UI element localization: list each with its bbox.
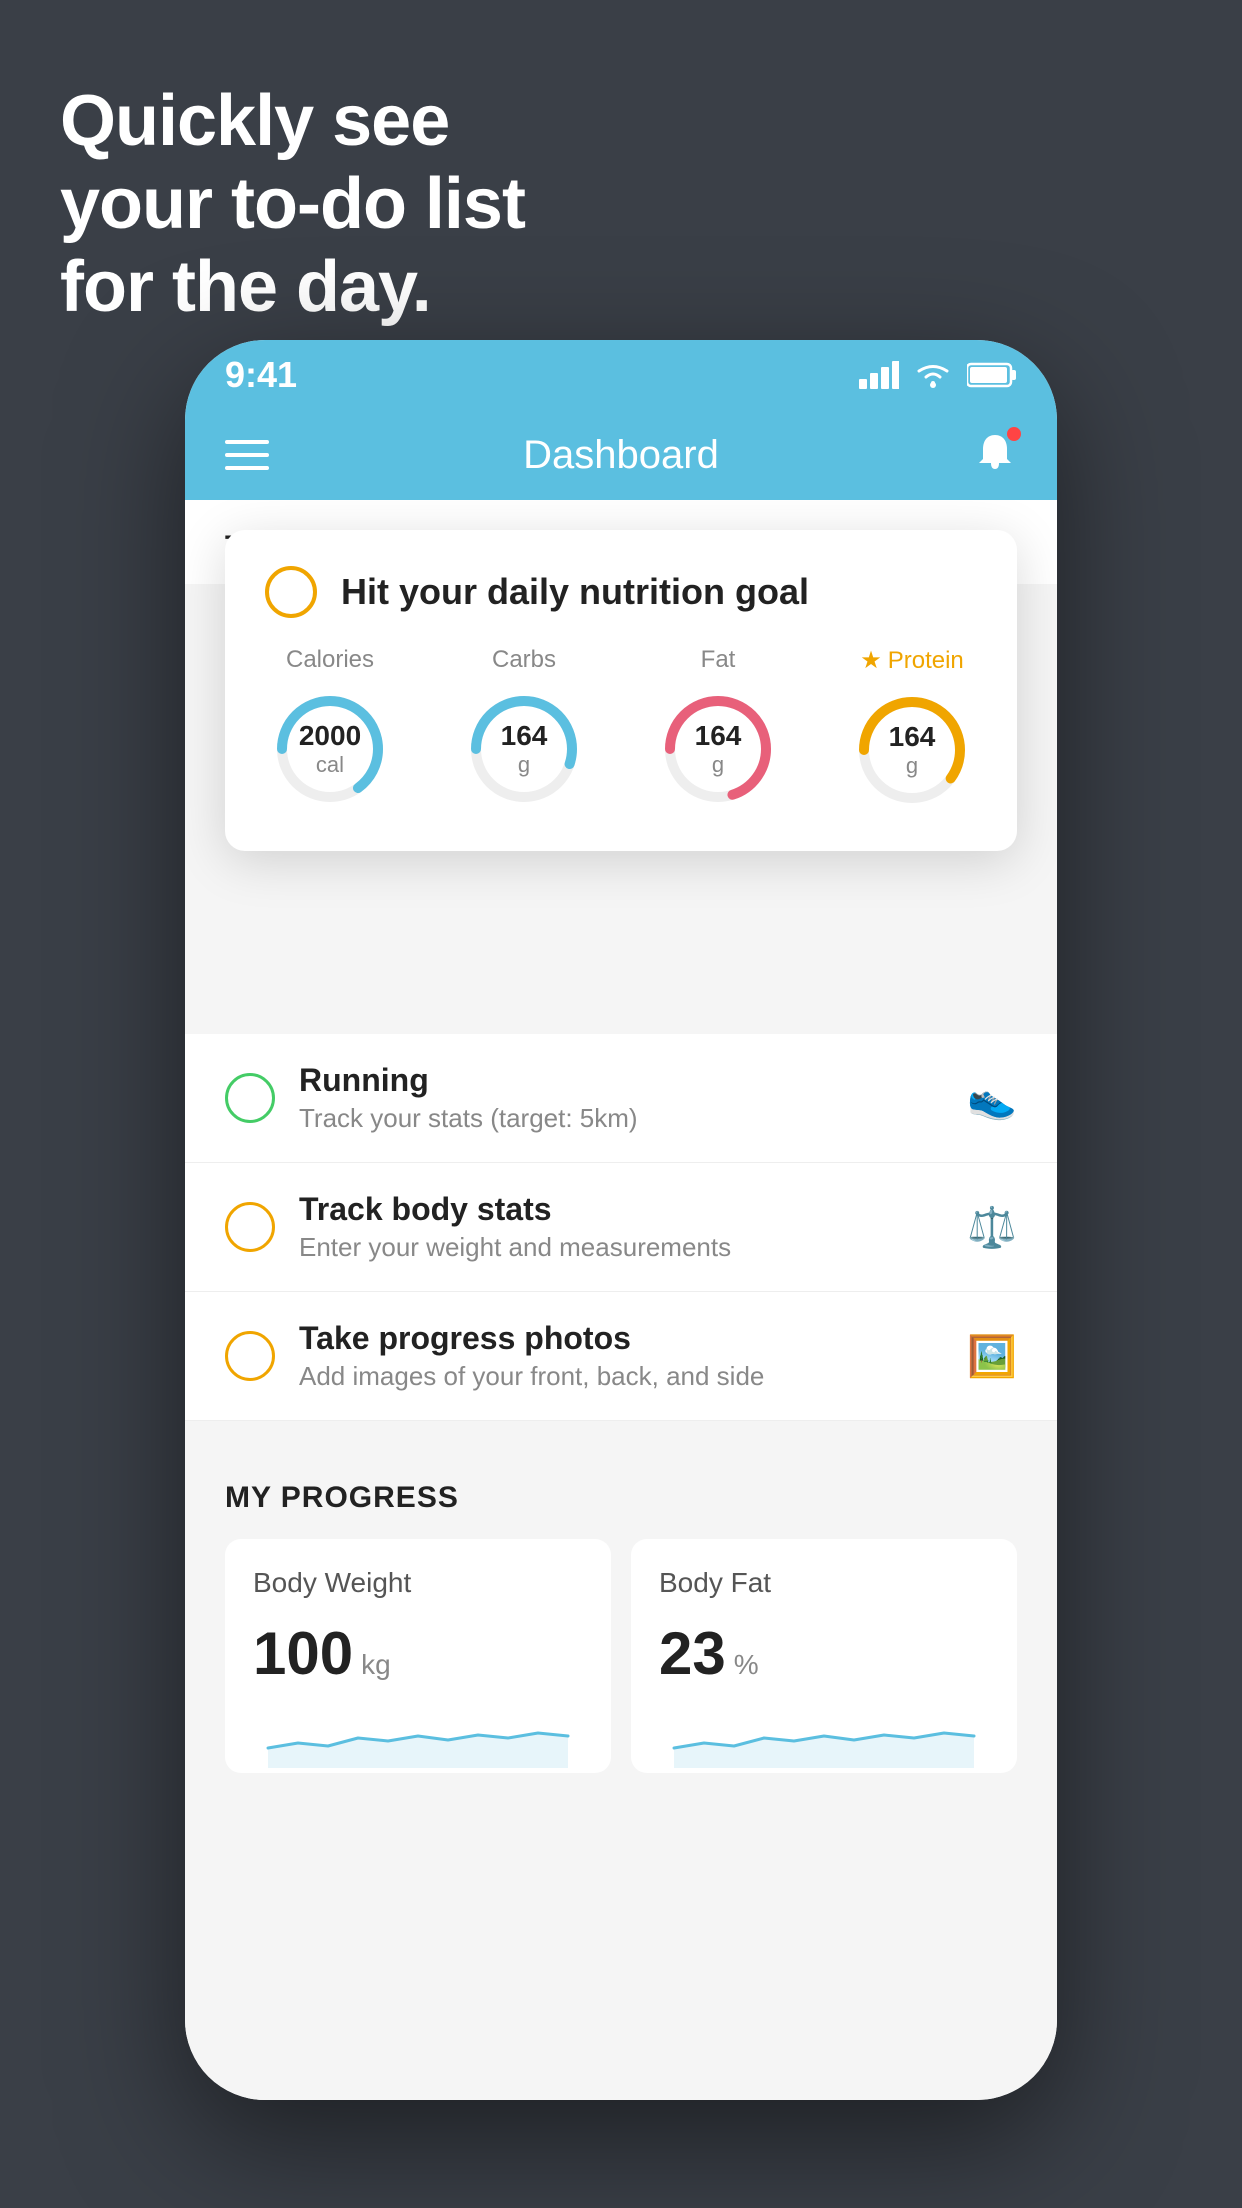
content-wrapper: Running Track your stats (target: 5km) 👟… bbox=[185, 1034, 1057, 1773]
nutrition-card-header: Hit your daily nutrition goal bbox=[265, 566, 977, 618]
donut-calories: 2000 cal bbox=[265, 684, 395, 814]
todo-desc: Enter your weight and measurements bbox=[299, 1232, 943, 1263]
nutrition-card: Hit your daily nutrition goal Calories 2… bbox=[225, 530, 1017, 851]
todo-icon: ⚖️ bbox=[967, 1204, 1017, 1251]
todo-check-circle[interactable] bbox=[225, 1073, 275, 1123]
signal-icon bbox=[859, 361, 899, 389]
nutrition-item-protein: ★Protein 164 g bbox=[847, 646, 977, 815]
nutrition-item-carbs: Carbs 164 g bbox=[459, 646, 589, 815]
progress-value-row: 23 % bbox=[659, 1619, 989, 1688]
progress-number: 100 bbox=[253, 1619, 353, 1688]
todo-desc: Add images of your front, back, and side bbox=[299, 1361, 943, 1392]
progress-card-title: Body Weight bbox=[253, 1567, 583, 1599]
nav-title: Dashboard bbox=[523, 433, 719, 478]
todo-name: Running bbox=[299, 1062, 943, 1099]
progress-card-body-fat[interactable]: Body Fat 23 % bbox=[631, 1539, 1017, 1773]
donut-carbs: 164 g bbox=[459, 684, 589, 814]
progress-unit: kg bbox=[361, 1649, 391, 1681]
nutrition-item-calories: Calories 2000 cal bbox=[265, 646, 395, 815]
donut-unit: g bbox=[712, 752, 724, 777]
nav-bar: Dashboard bbox=[185, 410, 1057, 500]
nutrition-card-title: Hit your daily nutrition goal bbox=[341, 571, 809, 613]
nutrition-label-calories: Calories bbox=[286, 646, 374, 674]
donut-value: 164 bbox=[695, 720, 742, 752]
todo-check-circle[interactable] bbox=[225, 1202, 275, 1252]
hero-line2: your to-do list bbox=[60, 163, 525, 246]
todo-item[interactable]: Running Track your stats (target: 5km) 👟 bbox=[185, 1034, 1057, 1163]
todo-check-circle[interactable] bbox=[225, 1331, 275, 1381]
todo-item[interactable]: Take progress photos Add images of your … bbox=[185, 1292, 1057, 1421]
todo-item[interactable]: Track body stats Enter your weight and m… bbox=[185, 1163, 1057, 1292]
todo-text: Track body stats Enter your weight and m… bbox=[299, 1191, 943, 1263]
hero-line1: Quickly see bbox=[60, 80, 525, 163]
progress-section: MY PROGRESS Body Weight 100 kg Body Fat … bbox=[185, 1441, 1057, 1773]
donut-unit: g bbox=[518, 752, 530, 777]
donut-fat: 164 g bbox=[653, 684, 783, 814]
hero-text: Quickly see your to-do list for the day. bbox=[60, 80, 525, 328]
bell-notification-dot bbox=[1007, 427, 1021, 441]
donut-unit: cal bbox=[316, 752, 344, 777]
nutrition-item-fat: Fat 164 g bbox=[653, 646, 783, 815]
todo-list: Running Track your stats (target: 5km) 👟… bbox=[185, 1034, 1057, 1421]
progress-unit: % bbox=[734, 1649, 759, 1681]
progress-number: 23 bbox=[659, 1619, 726, 1688]
status-bar: 9:41 bbox=[185, 340, 1057, 410]
progress-section-title: MY PROGRESS bbox=[225, 1481, 1017, 1515]
todo-name: Track body stats bbox=[299, 1191, 943, 1228]
progress-chart bbox=[659, 1708, 989, 1768]
nutrition-label-fat: Fat bbox=[701, 646, 736, 674]
nutrition-check-circle[interactable] bbox=[265, 566, 317, 618]
donut-protein: 164 g bbox=[847, 685, 977, 815]
donut-unit: g bbox=[906, 753, 918, 778]
status-time: 9:41 bbox=[225, 354, 297, 396]
status-icons bbox=[859, 361, 1017, 389]
nutrition-label-protein: ★Protein bbox=[860, 646, 964, 675]
donut-value: 164 bbox=[889, 721, 936, 753]
nutrition-label-carbs: Carbs bbox=[492, 646, 556, 674]
todo-desc: Track your stats (target: 5km) bbox=[299, 1103, 943, 1134]
todo-icon: 🖼️ bbox=[967, 1333, 1017, 1380]
hamburger-menu[interactable] bbox=[225, 440, 269, 470]
progress-chart bbox=[253, 1708, 583, 1768]
donut-value: 164 bbox=[501, 720, 548, 752]
todo-name: Take progress photos bbox=[299, 1320, 943, 1357]
todo-text: Take progress photos Add images of your … bbox=[299, 1320, 943, 1392]
progress-value-row: 100 kg bbox=[253, 1619, 583, 1688]
nutrition-grid: Calories 2000 cal Carbs 164 g Fat 164 g … bbox=[265, 646, 977, 815]
hero-line3: for the day. bbox=[60, 246, 525, 329]
donut-value: 2000 bbox=[299, 720, 361, 752]
star-icon: ★ bbox=[860, 646, 882, 675]
todo-text: Running Track your stats (target: 5km) bbox=[299, 1062, 943, 1134]
phone-content: THINGS TO DO TODAY Hit your daily nutrit… bbox=[185, 500, 1057, 2100]
todo-icon: 👟 bbox=[967, 1075, 1017, 1122]
progress-card-title: Body Fat bbox=[659, 1567, 989, 1599]
progress-cards: Body Weight 100 kg Body Fat 23 % bbox=[225, 1539, 1017, 1773]
phone-shell: 9:41 bbox=[185, 340, 1057, 2100]
wifi-icon bbox=[913, 361, 953, 389]
battery-icon bbox=[967, 362, 1017, 388]
progress-card-body-weight[interactable]: Body Weight 100 kg bbox=[225, 1539, 611, 1773]
bell-button[interactable] bbox=[973, 431, 1017, 480]
